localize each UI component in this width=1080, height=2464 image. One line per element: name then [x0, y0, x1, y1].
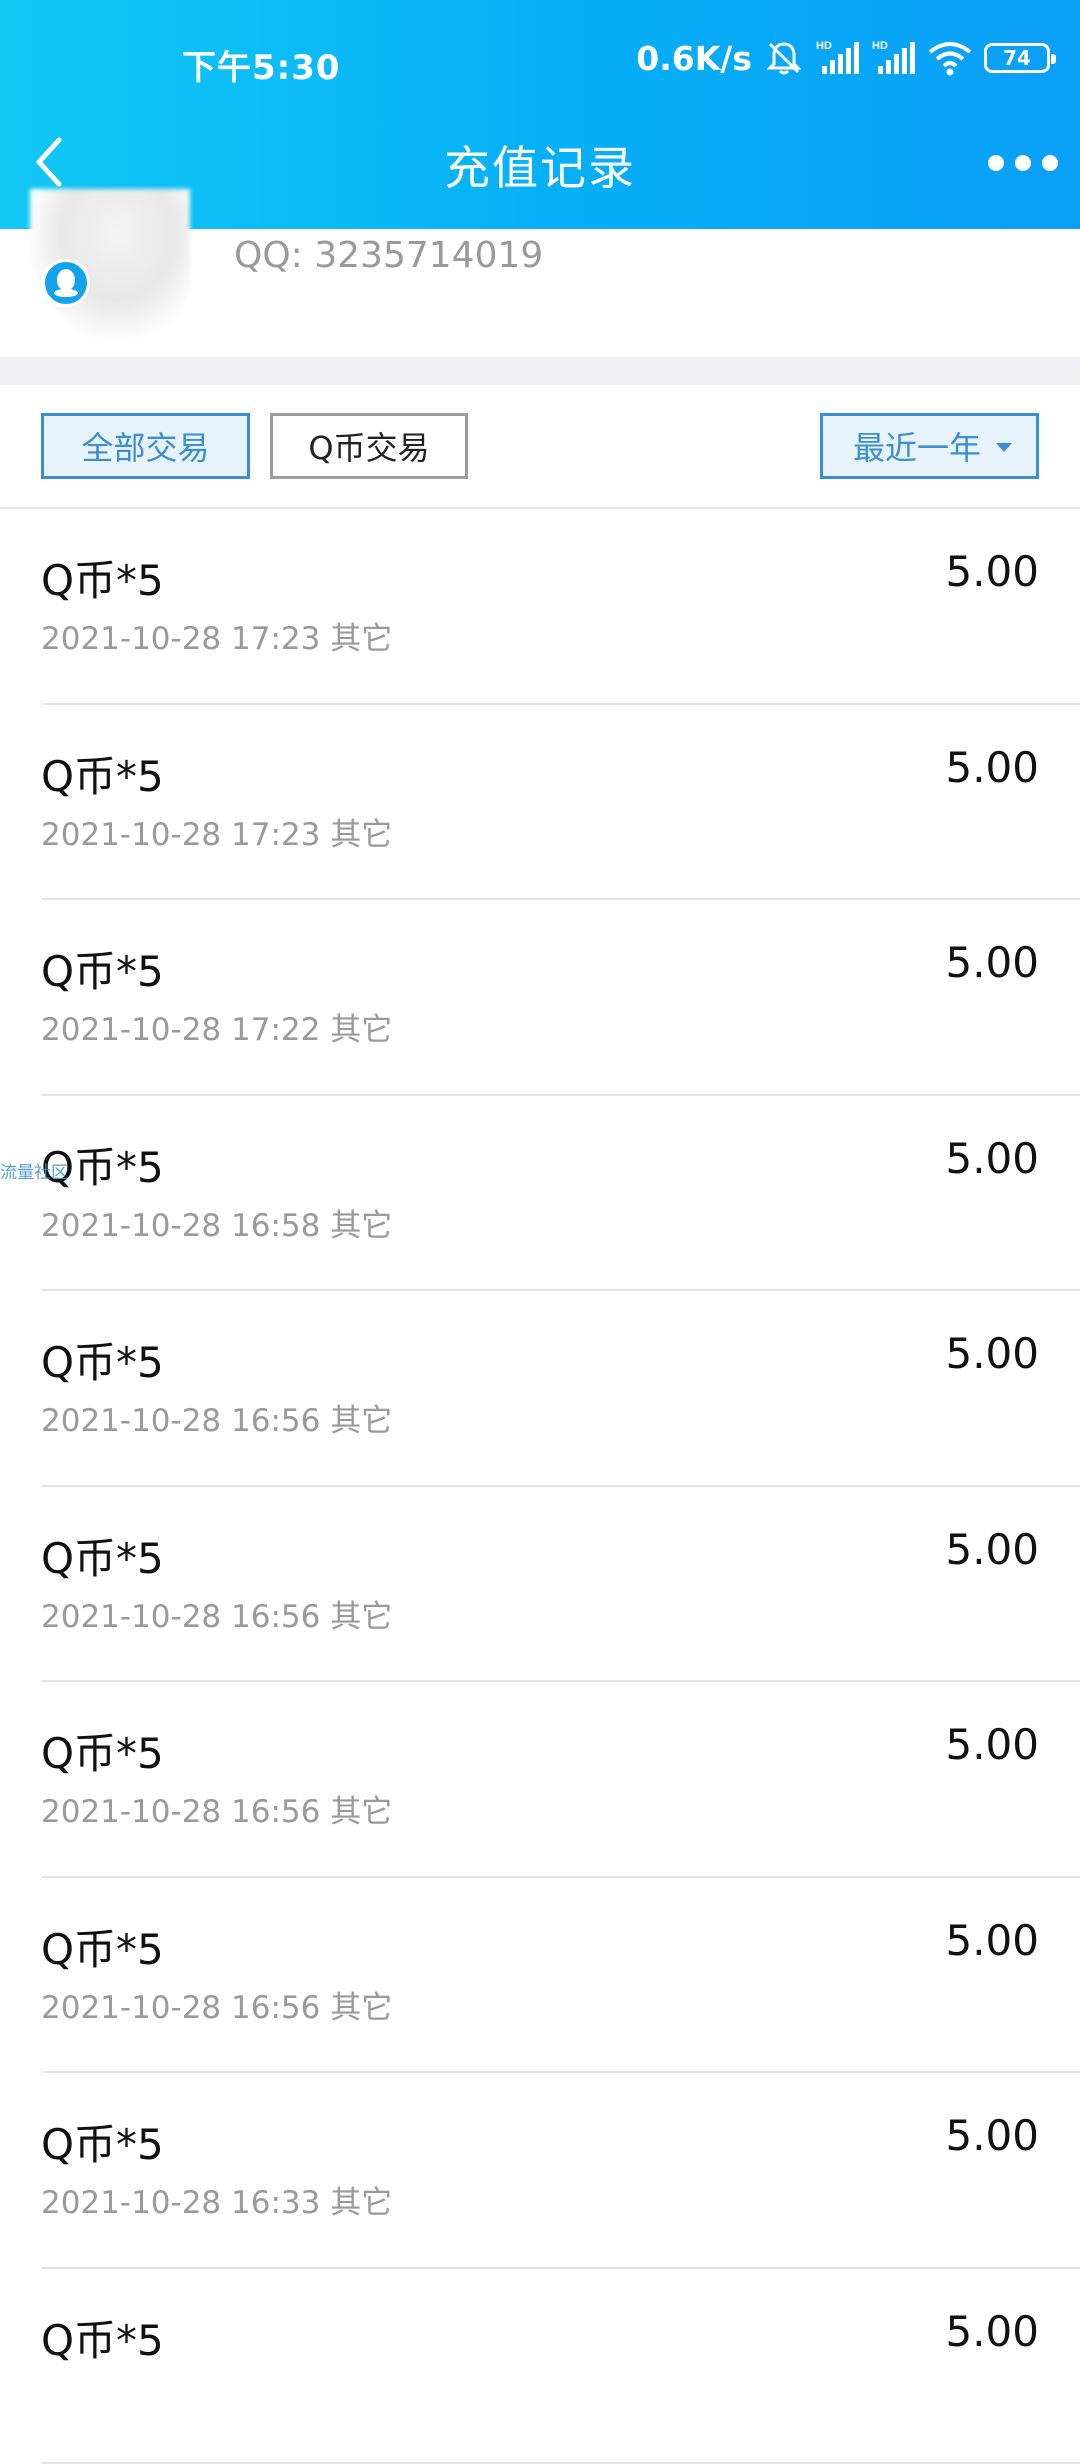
record-type: 其它 — [330, 1012, 392, 1048]
record-time: 2021-10-28 17:22 — [41, 1012, 320, 1048]
record-row[interactable]: Q币*5 2021-10-28 17:23 其它 5.00 — [0, 509, 1080, 705]
record-list: Q币*5 2021-10-28 17:23 其它 5.00 Q币*5 2021-10-2… — [0, 509, 1080, 2464]
svg-text:HD: HD — [872, 40, 888, 52]
caret-down-icon — [996, 443, 1012, 452]
record-meta: 2021-10-28 17:22 其它 — [41, 1004, 392, 1049]
record-row[interactable]: Q币*5 2021-10-28 17:22 其它 5.00 — [0, 900, 1080, 1096]
svg-text:HD: HD — [816, 40, 832, 52]
profile-strip: QQ: 3235714019 — [0, 229, 1080, 357]
record-time: 2021-10-28 16:56 — [41, 1794, 320, 1830]
record-meta: 2021-10-28 16:56 其它 — [41, 1591, 392, 1636]
record-type: 其它 — [330, 817, 392, 853]
filter-bar: 全部交易 Q币交易 最近一年 — [0, 385, 1080, 509]
record-row[interactable]: Q币*5 2021-10-28 16:56 其它 5.00 — [0, 1682, 1080, 1878]
record-meta: 2021-10-28 16:58 其它 — [41, 1200, 392, 1245]
more-dots-icon — [988, 155, 1004, 171]
status-time: 下午5:30 — [182, 40, 341, 89]
record-name: Q币*5 — [41, 1525, 164, 1586]
record-name: Q币*5 — [41, 2111, 164, 2172]
time-range-label: 最近一年 — [853, 423, 981, 469]
record-amount: 5.00 — [945, 2307, 1039, 2356]
qq-number: QQ: 3235714019 — [234, 235, 543, 276]
record-type: 其它 — [330, 2185, 392, 2221]
record-amount: 5.00 — [945, 2111, 1039, 2160]
bell-off-icon — [764, 38, 804, 78]
record-type: 其它 — [330, 1794, 392, 1830]
battery-icon: 74 — [984, 43, 1050, 73]
watermark: 流量社区 — [0, 1158, 68, 1183]
record-row[interactable]: Q币*5 2021-10-28 16:56 其它 5.00 — [0, 1291, 1080, 1487]
record-amount: 5.00 — [945, 743, 1039, 792]
record-name: Q币*5 — [41, 938, 164, 999]
record-type: 其它 — [330, 1403, 392, 1439]
qq-penguin-icon — [42, 259, 90, 307]
filter-q-coin-button[interactable]: Q币交易 — [270, 413, 468, 479]
record-meta: 2021-10-28 17:23 其它 — [41, 613, 392, 658]
record-name: Q币*5 — [41, 743, 164, 804]
record-amount: 5.00 — [945, 1720, 1039, 1769]
wifi-icon — [928, 40, 972, 76]
network-speed: 0.6K/s — [636, 39, 752, 78]
record-time: 2021-10-28 17:23 — [41, 621, 320, 657]
record-time: 2021-10-28 16:56 — [41, 1599, 320, 1635]
signal-hd-icon: HD — [872, 38, 916, 78]
record-row[interactable]: Q币*5 2021-10-28 16:33 其它 5.00 — [0, 2073, 1080, 2269]
record-amount: 5.00 — [945, 547, 1039, 596]
record-row[interactable]: Q币*5 2021-10-28 16:56 其它 5.00 — [0, 1487, 1080, 1683]
record-amount: 5.00 — [945, 1329, 1039, 1378]
record-type: 其它 — [330, 1599, 392, 1635]
record-amount: 5.00 — [945, 1916, 1039, 1965]
section-divider — [0, 357, 1080, 385]
record-time: 2021-10-28 16:56 — [41, 1990, 320, 2026]
record-type: 其它 — [330, 621, 392, 657]
record-name: Q币*5 — [41, 2307, 164, 2368]
record-meta: 2021-10-28 16:56 其它 — [41, 1982, 392, 2027]
record-type: 其它 — [330, 1208, 392, 1244]
time-range-dropdown[interactable]: 最近一年 — [820, 413, 1039, 479]
record-name: Q币*5 — [41, 1720, 164, 1781]
record-meta: 2021-10-28 16:33 其它 — [41, 2177, 392, 2222]
signal-hd-icon: HD — [816, 38, 860, 78]
record-time: 2021-10-28 16:56 — [41, 1403, 320, 1439]
record-type: 其它 — [330, 1990, 392, 2026]
record-row[interactable]: Q币*5 5.00 — [0, 2269, 1080, 2464]
record-name: Q币*5 — [41, 1329, 164, 1390]
record-time: 2021-10-28 17:23 — [41, 817, 320, 853]
record-time: 2021-10-28 16:58 — [41, 1208, 320, 1244]
status-icons: 0.6K/s HD HD — [636, 38, 1050, 78]
record-name: Q币*5 — [41, 547, 164, 608]
record-row[interactable]: Q币*5 2021-10-28 17:23 其它 5.00 — [0, 705, 1080, 901]
record-meta: 2021-10-28 16:56 其它 — [41, 1395, 392, 1440]
record-amount: 5.00 — [945, 938, 1039, 987]
more-button[interactable] — [988, 138, 1058, 188]
record-amount: 5.00 — [945, 1525, 1039, 1574]
record-row[interactable]: Q币*52021-10-28 16:58 其它5.00 — [0, 1096, 1080, 1292]
record-meta: 2021-10-28 17:23 其它 — [41, 809, 392, 854]
record-amount: 5.00 — [945, 1134, 1039, 1183]
record-row[interactable]: Q币*5 2021-10-28 16:56 其它 5.00 — [0, 1878, 1080, 2074]
record-name: Q币*5 — [41, 1916, 164, 1977]
filter-all-button[interactable]: 全部交易 — [41, 413, 250, 479]
record-time: 2021-10-28 16:33 — [41, 2185, 320, 2221]
record-meta: 2021-10-28 16:56 其它 — [41, 1786, 392, 1831]
battery-level: 74 — [1003, 46, 1031, 70]
